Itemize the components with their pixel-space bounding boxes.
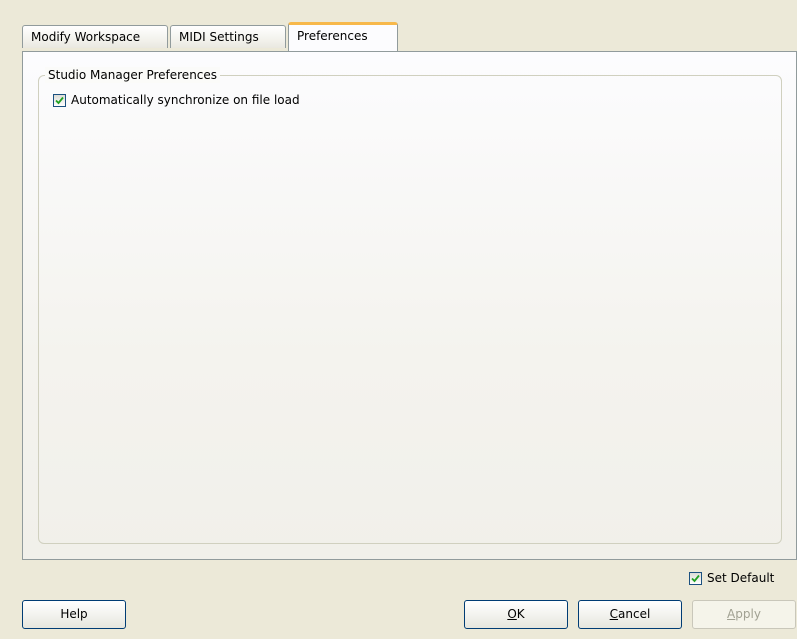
checkmark-icon [55, 96, 64, 104]
ok-mnemonic: O [507, 607, 517, 621]
tab-label: Preferences [297, 29, 368, 43]
studio-manager-preferences-group: Studio Manager Preferences Automatically… [38, 67, 782, 544]
set-default-checkbox[interactable] [689, 571, 702, 585]
preferences-tab-panel: Studio Manager Preferences Automatically… [22, 51, 797, 560]
apply-button[interactable]: Apply [692, 600, 796, 629]
tab-label: MIDI Settings [179, 30, 259, 44]
cancel-button[interactable]: Cancel [578, 600, 682, 629]
set-default-label: Set Default [707, 571, 775, 585]
tab-modify-workspace[interactable]: Modify Workspace [22, 25, 168, 48]
cancel-label-rest: ancel [618, 607, 651, 621]
auto-sync-checkbox[interactable] [53, 93, 66, 107]
cancel-mnemonic: C [609, 607, 619, 621]
ok-button[interactable]: OK [464, 600, 568, 629]
tab-preferences[interactable]: Preferences [288, 22, 398, 51]
apply-label-rest: pply [735, 607, 761, 621]
checkmark-icon [691, 574, 700, 582]
tab-midi-settings[interactable]: MIDI Settings [170, 25, 286, 48]
help-button[interactable]: Help [22, 600, 126, 629]
help-button-label: Help [60, 607, 88, 621]
group-title: Studio Manager Preferences [45, 67, 221, 83]
set-default-checkbox-row[interactable]: Set Default [689, 571, 774, 585]
ok-label-rest: K [516, 607, 525, 621]
auto-sync-checkbox-row[interactable]: Automatically synchronize on file load [53, 93, 300, 107]
tab-label: Modify Workspace [31, 30, 141, 44]
auto-sync-label: Automatically synchronize on file load [71, 93, 300, 107]
